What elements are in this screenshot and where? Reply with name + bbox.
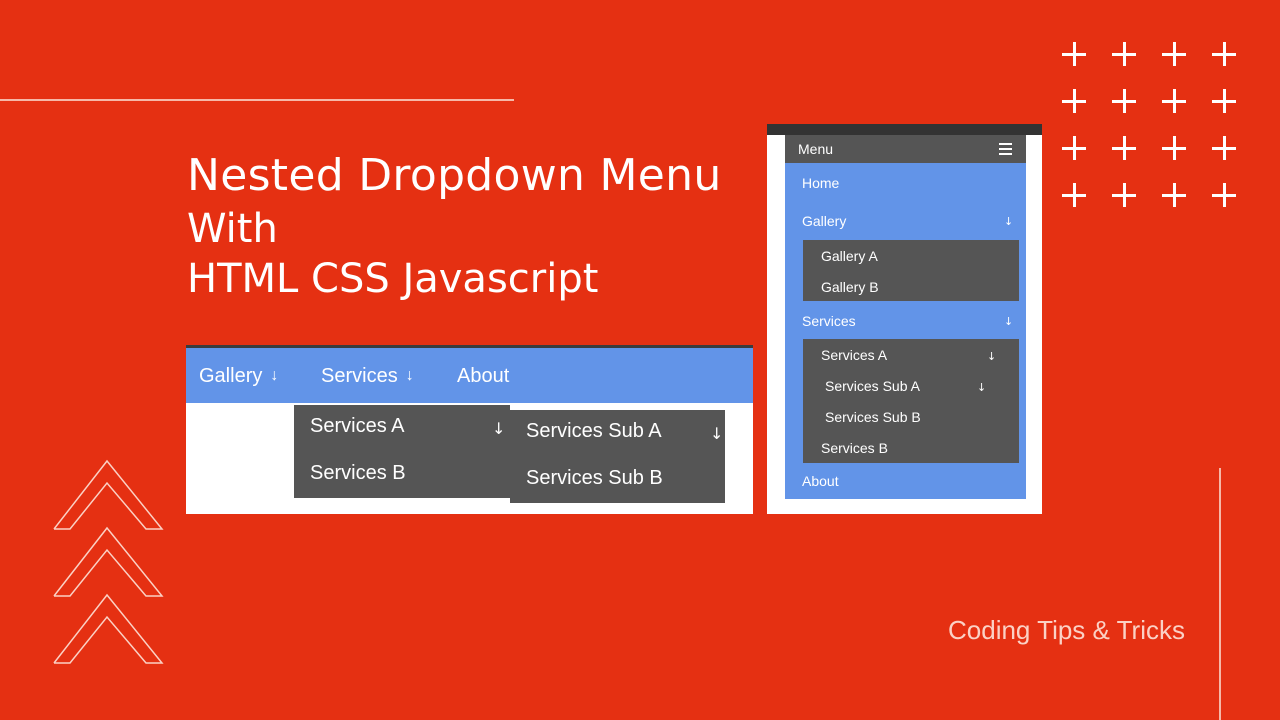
- mobile-item-services-sub-b[interactable]: Services Sub B: [825, 409, 921, 425]
- plus-pattern: [1050, 30, 1250, 220]
- mobile-menu-demo: Menu Home Gallery ↓ Gallery A Gallery B …: [767, 124, 1042, 514]
- nav-item-label: About: [457, 365, 510, 387]
- title-line-3: HTML CSS Javascript: [187, 256, 599, 302]
- decorative-line-right: [1219, 468, 1221, 720]
- plus-icon: [1062, 136, 1086, 160]
- nav-item-about[interactable]: About: [457, 365, 509, 388]
- menu-label: Menu: [798, 141, 834, 157]
- mobile-item-gallery[interactable]: Gallery: [802, 213, 846, 229]
- submenu-item-services-sub-a[interactable]: Services Sub A: [526, 420, 662, 443]
- nav-item-gallery[interactable]: Gallery ↓: [199, 365, 278, 388]
- chevron-up-icon: [53, 526, 164, 597]
- nav-item-services[interactable]: Services ↓: [321, 365, 414, 388]
- services-dropdown: Services A ↓ Services B: [294, 405, 510, 498]
- chevron-up-pattern: [53, 459, 164, 664]
- arrow-down-icon: ↓: [492, 419, 506, 438]
- arrow-down-icon: ↓: [977, 381, 987, 394]
- mobile-menu-header[interactable]: Menu: [785, 135, 1026, 163]
- mobile-item-services[interactable]: Services: [802, 313, 856, 329]
- hamburger-icon[interactable]: [999, 143, 1012, 155]
- mobile-gallery-submenu: Gallery A Gallery B: [803, 240, 1019, 301]
- plus-icon: [1212, 183, 1236, 207]
- services-a-submenu: Services Sub A ↓ Services Sub B: [510, 410, 725, 503]
- arrow-down-icon: ↓: [710, 424, 724, 443]
- mobile-item-gallery-b[interactable]: Gallery B: [821, 279, 879, 295]
- plus-icon: [1112, 183, 1136, 207]
- mobile-item-services-b[interactable]: Services B: [821, 440, 888, 456]
- mobile-top-bar: [767, 124, 1042, 135]
- mobile-item-services-a[interactable]: Services A: [821, 347, 887, 363]
- plus-icon: [1212, 89, 1236, 113]
- chevron-up-icon: [53, 593, 164, 664]
- plus-icon: [1062, 89, 1086, 113]
- mobile-menu-list: Home Gallery ↓ Gallery A Gallery B Servi…: [785, 163, 1026, 499]
- mobile-item-home[interactable]: Home: [802, 175, 839, 191]
- plus-icon: [1112, 89, 1136, 113]
- submenu-item-services-sub-b[interactable]: Services Sub B: [526, 467, 663, 490]
- arrow-down-icon: ↓: [270, 367, 279, 384]
- title-line-1: Nested Dropdown Menu: [187, 150, 722, 201]
- plus-icon: [1062, 183, 1086, 207]
- brand-label: Coding Tips & Tricks: [948, 615, 1185, 645]
- plus-icon: [1162, 183, 1186, 207]
- plus-icon: [1162, 89, 1186, 113]
- plus-icon: [1112, 136, 1136, 160]
- mobile-item-gallery-a[interactable]: Gallery A: [821, 248, 878, 264]
- dropdown-item-services-a[interactable]: Services A: [310, 415, 404, 438]
- mobile-item-about[interactable]: About: [802, 473, 839, 489]
- chevron-up-icon: [53, 459, 164, 530]
- arrow-down-icon: ↓: [405, 367, 414, 384]
- plus-icon: [1112, 42, 1136, 66]
- desktop-nav-bar: Gallery ↓ Services ↓ About: [186, 345, 753, 403]
- nav-item-label: Gallery: [199, 365, 263, 387]
- mobile-services-submenu: Services A ↓ Services Sub A ↓ Services S…: [803, 339, 1019, 463]
- plus-icon: [1162, 42, 1186, 66]
- decorative-line-top: [0, 99, 514, 101]
- title-line-2: With: [187, 206, 278, 252]
- nav-item-label: Services: [321, 365, 398, 387]
- arrow-down-icon: ↓: [987, 350, 997, 363]
- arrow-down-icon: ↓: [1004, 215, 1014, 228]
- mobile-item-services-sub-a[interactable]: Services Sub A: [825, 378, 920, 394]
- dropdown-item-services-b[interactable]: Services B: [310, 462, 406, 485]
- plus-icon: [1212, 136, 1236, 160]
- plus-icon: [1162, 136, 1186, 160]
- plus-icon: [1212, 42, 1236, 66]
- arrow-down-icon: ↓: [1004, 315, 1014, 328]
- plus-icon: [1062, 42, 1086, 66]
- desktop-menu-demo: Gallery ↓ Services ↓ About Services A ↓ Se…: [186, 345, 753, 514]
